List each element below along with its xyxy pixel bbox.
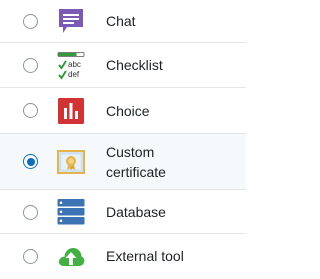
checklist-icon: abc def (57, 52, 85, 80)
option-database[interactable]: Database (0, 190, 246, 234)
radio-chat[interactable] (23, 14, 38, 29)
option-external-tool[interactable]: External tool (0, 234, 246, 279)
database-icon (57, 199, 85, 225)
option-chat[interactable]: Chat (0, 0, 246, 43)
option-label-line1: Custom (106, 144, 155, 160)
activity-chooser-list: Chat abc def Checklist Choice Custom cer… (0, 0, 246, 279)
certificate-icon (57, 150, 85, 174)
radio-choice[interactable] (23, 103, 38, 118)
chat-icon (59, 9, 83, 33)
option-custom-certificate[interactable]: Custom certificate (0, 134, 246, 190)
option-label: Choice (106, 103, 150, 119)
option-label: Database (106, 204, 166, 220)
option-choice[interactable]: Choice (0, 88, 246, 134)
option-label: External tool (106, 248, 184, 264)
option-label: Chat (106, 13, 136, 29)
option-label: Checklist (106, 57, 163, 73)
svg-text:abc: abc (68, 60, 81, 69)
external-tool-icon (58, 248, 85, 266)
radio-database[interactable] (23, 205, 38, 220)
radio-custom-certificate[interactable] (23, 154, 38, 169)
radio-checklist[interactable] (23, 58, 38, 73)
option-label-line2: certificate (106, 164, 166, 180)
choice-icon (58, 98, 84, 124)
svg-text:def: def (68, 70, 80, 79)
option-checklist[interactable]: abc def Checklist (0, 43, 246, 88)
radio-external-tool[interactable] (23, 249, 38, 264)
